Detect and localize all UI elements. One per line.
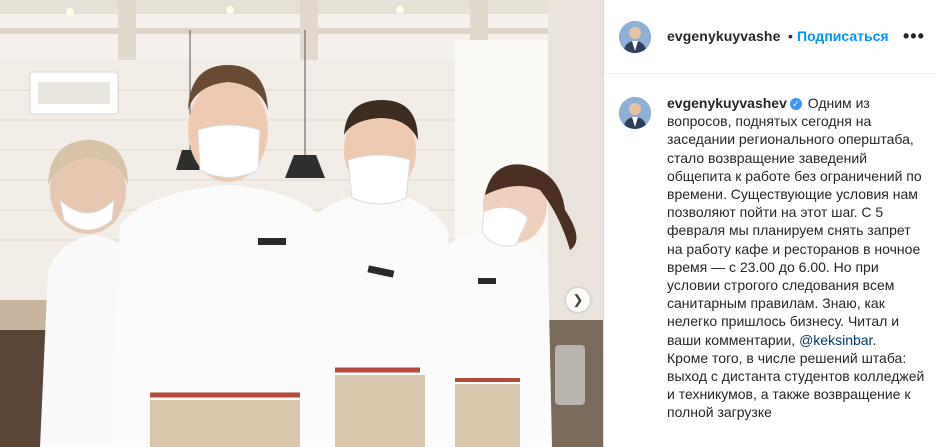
post-header: evgenykuyvashe • Подписаться ••• [604, 0, 937, 74]
caption-paragraph-2: Кроме того, в числе решений штаба: выход… [667, 349, 925, 421]
chevron-right-icon: ❯ [572, 292, 584, 307]
mention-link[interactable]: @keksinbar [799, 332, 872, 348]
header-separator: • [788, 28, 793, 44]
caption-avatar[interactable] [619, 97, 651, 129]
caption-text: Одним из вопросов, поднятых сегодня на з… [667, 95, 922, 348]
follow-button[interactable]: Подписаться [797, 28, 889, 44]
avatar[interactable] [619, 21, 651, 53]
more-options-icon[interactable]: ••• [903, 26, 925, 47]
mention-suffix: . [872, 331, 877, 348]
caption-username[interactable]: evgenykuyvashev [667, 95, 787, 111]
next-photo-button[interactable]: ❯ [566, 288, 590, 312]
post-side-panel: evgenykuyvashe • Подписаться ••• evgenyk… [604, 0, 937, 447]
post-photo[interactable]: ❯ [0, 0, 603, 447]
verified-badge-icon: ✓ [789, 98, 802, 110]
photo-illustration [0, 0, 603, 447]
header-username[interactable]: evgenykuyvashe [667, 28, 780, 44]
post-caption: evgenykuyvashev ✓ Одним из вопросов, подн… [667, 94, 927, 422]
